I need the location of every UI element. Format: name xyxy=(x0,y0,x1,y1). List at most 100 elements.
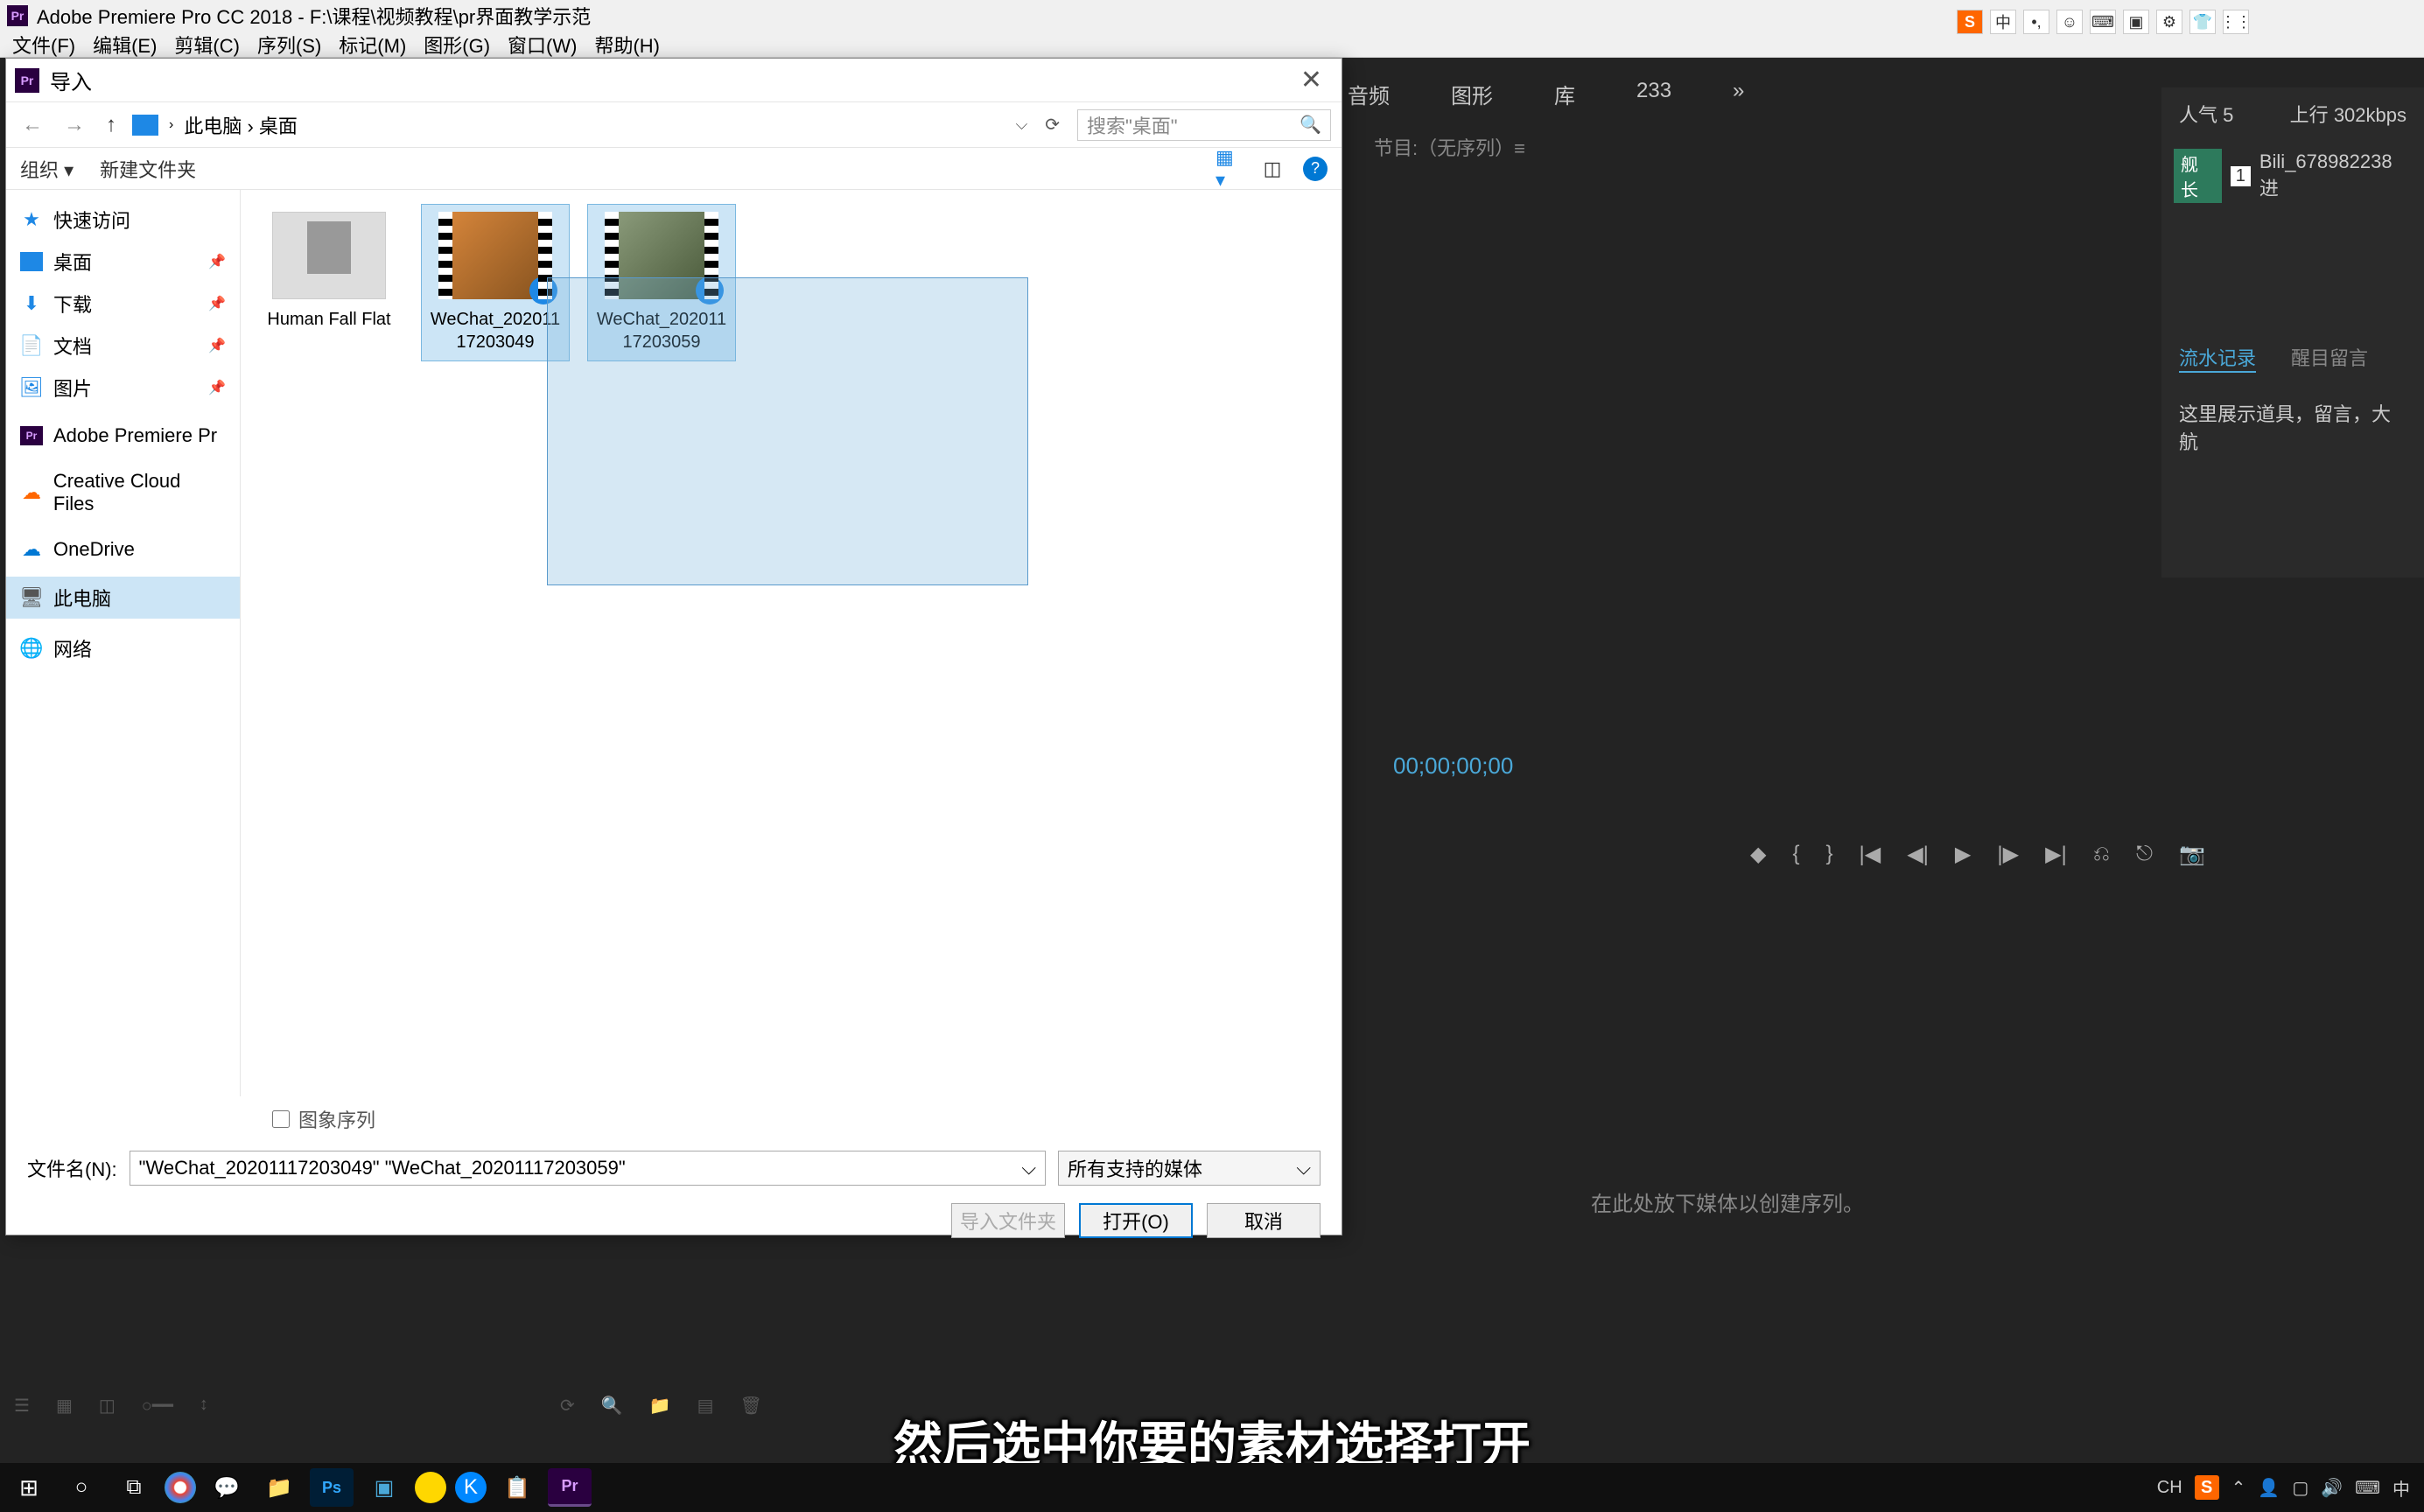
cortana-icon[interactable]: ○ xyxy=(60,1468,103,1507)
app-icon[interactable]: ▣ xyxy=(362,1468,406,1507)
new-folder-button[interactable]: 新建文件夹 xyxy=(100,155,196,183)
tab-number[interactable]: 233 xyxy=(1636,79,1671,109)
filename-input[interactable]: "WeChat_20201117203049" "WeChat_20201117… xyxy=(130,1151,1046,1186)
tray-lang[interactable]: CH xyxy=(2157,1478,2182,1498)
new-bin-icon[interactable]: 📁 xyxy=(649,1395,671,1417)
new-item-icon[interactable]: ▤ xyxy=(697,1395,714,1417)
tray-keyboard-icon[interactable]: ⌨ xyxy=(2355,1477,2380,1499)
tray-ime-icon[interactable]: 中 xyxy=(2392,1475,2410,1501)
dropdown-icon[interactable]: ⌵ xyxy=(1296,1157,1311,1180)
photoshop-icon[interactable]: Ps xyxy=(310,1468,354,1507)
menu-graphics[interactable]: 图形(G) xyxy=(418,29,495,60)
timecode-display[interactable]: 00;00;00;00 xyxy=(1393,752,1513,780)
ime-lang[interactable]: 中 xyxy=(1990,10,2016,34)
sidebar-item-onedrive[interactable]: ☁OneDrive xyxy=(6,531,240,568)
menu-sequence[interactable]: 序列(S) xyxy=(252,29,326,60)
automate-icon[interactable]: ⟳ xyxy=(560,1395,575,1417)
file-item[interactable]: Human Fall Flat xyxy=(255,204,403,339)
step-forward-icon[interactable]: |▶ xyxy=(1997,842,2019,867)
nav-up-icon[interactable]: ↑ xyxy=(101,113,122,137)
tab-graphics[interactable]: 图形 xyxy=(1451,79,1493,109)
file-grid[interactable]: Human Fall Flat ⚙ WeChat_20201117203049 … xyxy=(241,190,1342,1096)
list-view-icon[interactable]: ☰ xyxy=(14,1395,30,1417)
find-icon[interactable]: 🔍 xyxy=(601,1395,623,1417)
path-dropdown-icon[interactable]: ⌵ xyxy=(1016,116,1028,134)
refresh-icon[interactable]: ⟳ xyxy=(1038,114,1067,136)
user-row[interactable]: 舰长 1 Bili_678982238 进 xyxy=(2161,140,2424,212)
cancel-button[interactable]: 取消 xyxy=(1207,1203,1321,1238)
freeform-icon[interactable]: ◫ xyxy=(99,1395,116,1417)
kugou-icon[interactable]: K xyxy=(455,1472,487,1503)
wechat-icon[interactable]: 💬 xyxy=(205,1468,249,1507)
view-mode-icon[interactable]: ▦ ▾ xyxy=(1216,158,1242,179)
search-input[interactable]: 搜索"桌面" 🔍 xyxy=(1077,109,1331,141)
ime-settings[interactable]: ⚙ xyxy=(2156,10,2182,34)
sidebar-item-quickaccess[interactable]: ★快速访问 xyxy=(6,199,240,241)
ime-emoji[interactable]: ☺ xyxy=(2056,10,2083,34)
out-point-icon[interactable]: } xyxy=(1825,842,1832,867)
export-frame-icon[interactable]: 📷 xyxy=(2179,842,2205,867)
icon-view-icon[interactable]: ▦ xyxy=(56,1395,73,1417)
dropdown-icon[interactable]: ⌵ xyxy=(1021,1157,1036,1180)
menu-mark[interactable]: 标记(M) xyxy=(333,29,411,60)
open-button[interactable]: 打开(O) xyxy=(1079,1203,1193,1238)
marker-icon[interactable]: ◆ xyxy=(1750,842,1766,867)
ime-punct[interactable]: •, xyxy=(2023,10,2049,34)
tab-library[interactable]: 库 xyxy=(1554,79,1575,109)
breadcrumb[interactable]: 此电脑 › 桌面 xyxy=(184,111,1005,139)
notepad-icon[interactable]: 📋 xyxy=(495,1468,539,1507)
explorer-icon[interactable]: 📁 xyxy=(257,1468,301,1507)
import-folder-button[interactable]: 导入文件夹 xyxy=(951,1203,1065,1238)
nav-forward-icon[interactable]: → xyxy=(59,113,90,137)
tab-flow-record[interactable]: 流水记录 xyxy=(2179,343,2256,373)
lift-icon[interactable]: ⎌ xyxy=(2093,842,2110,867)
close-icon[interactable]: ✕ xyxy=(1290,65,1333,95)
ime-more[interactable]: ⋮⋮ xyxy=(2223,10,2249,34)
sidebar-item-downloads[interactable]: ⬇下载📌 xyxy=(6,283,240,325)
premiere-taskbar-icon[interactable]: Pr xyxy=(548,1468,592,1507)
extract-icon[interactable]: ⎋ xyxy=(2136,842,2153,867)
play-icon[interactable]: ▶ xyxy=(1955,842,1971,867)
sidebar-item-pictures[interactable]: 🖼图片📌 xyxy=(6,367,240,409)
image-sequence-checkbox[interactable] xyxy=(272,1110,290,1128)
menu-file[interactable]: 文件(F) xyxy=(7,29,81,60)
zoom-slider[interactable]: ○━━ xyxy=(142,1395,173,1417)
sidebar-item-premiere[interactable]: PrAdobe Premiere Pr xyxy=(6,417,240,454)
filetype-filter[interactable]: 所有支持的媒体 ⌵ xyxy=(1058,1151,1321,1186)
in-point-icon[interactable]: { xyxy=(1792,842,1799,867)
sidebar-item-cc[interactable]: ☁Creative Cloud Files xyxy=(6,463,240,522)
sidebar-item-desktop[interactable]: 桌面📌 xyxy=(6,241,240,283)
menu-clip[interactable]: 剪辑(C) xyxy=(169,29,245,60)
tray-monitor-icon[interactable]: ▢ xyxy=(2292,1477,2308,1499)
delete-icon[interactable]: 🗑 xyxy=(739,1395,761,1417)
tab-notice-message[interactable]: 醒目留言 xyxy=(2291,343,2368,373)
menu-help[interactable]: 帮助(H) xyxy=(589,29,665,60)
goto-in-icon[interactable]: |◀ xyxy=(1860,842,1881,867)
preview-pane-icon[interactable]: ◫ xyxy=(1259,158,1286,179)
organize-button[interactable]: 组织 ▾ xyxy=(20,155,74,183)
chrome-icon[interactable] xyxy=(165,1472,196,1503)
menu-edit[interactable]: 编辑(E) xyxy=(88,29,162,60)
taskview-icon[interactable]: ⧉ xyxy=(112,1468,156,1507)
start-button[interactable]: ⊞ xyxy=(7,1468,51,1507)
ime-input[interactable]: ▣ xyxy=(2123,10,2149,34)
sidebar-item-network[interactable]: 🌐网络 xyxy=(6,627,240,669)
tray-speaker-icon[interactable]: 🔊 xyxy=(2321,1477,2343,1499)
folder-icon[interactable] xyxy=(132,115,158,136)
ime-skin[interactable]: 👕 xyxy=(2189,10,2216,34)
ime-keyboard[interactable]: ⌨ xyxy=(2090,10,2116,34)
tray-people-icon[interactable]: 👤 xyxy=(2258,1477,2280,1499)
menu-window[interactable]: 窗口(W) xyxy=(502,29,582,60)
goto-out-icon[interactable]: ▶| xyxy=(2045,842,2067,867)
step-back-icon[interactable]: ◀| xyxy=(1907,842,1929,867)
sort-icon[interactable]: ↕ xyxy=(200,1395,208,1417)
app-icon-yellow[interactable] xyxy=(415,1472,446,1503)
tab-audio[interactable]: 音频 xyxy=(1348,79,1390,109)
tray-up-icon[interactable]: ⌃ xyxy=(2231,1477,2246,1499)
tab-overflow[interactable]: » xyxy=(1733,79,1744,109)
help-icon[interactable]: ? xyxy=(1303,157,1328,181)
sogou-ime-icon[interactable]: S xyxy=(1957,10,1983,34)
nav-back-icon[interactable]: ← xyxy=(17,113,48,137)
sidebar-item-thispc[interactable]: 🖥此电脑 xyxy=(6,577,240,619)
sidebar-item-documents[interactable]: 📄文档📌 xyxy=(6,325,240,367)
